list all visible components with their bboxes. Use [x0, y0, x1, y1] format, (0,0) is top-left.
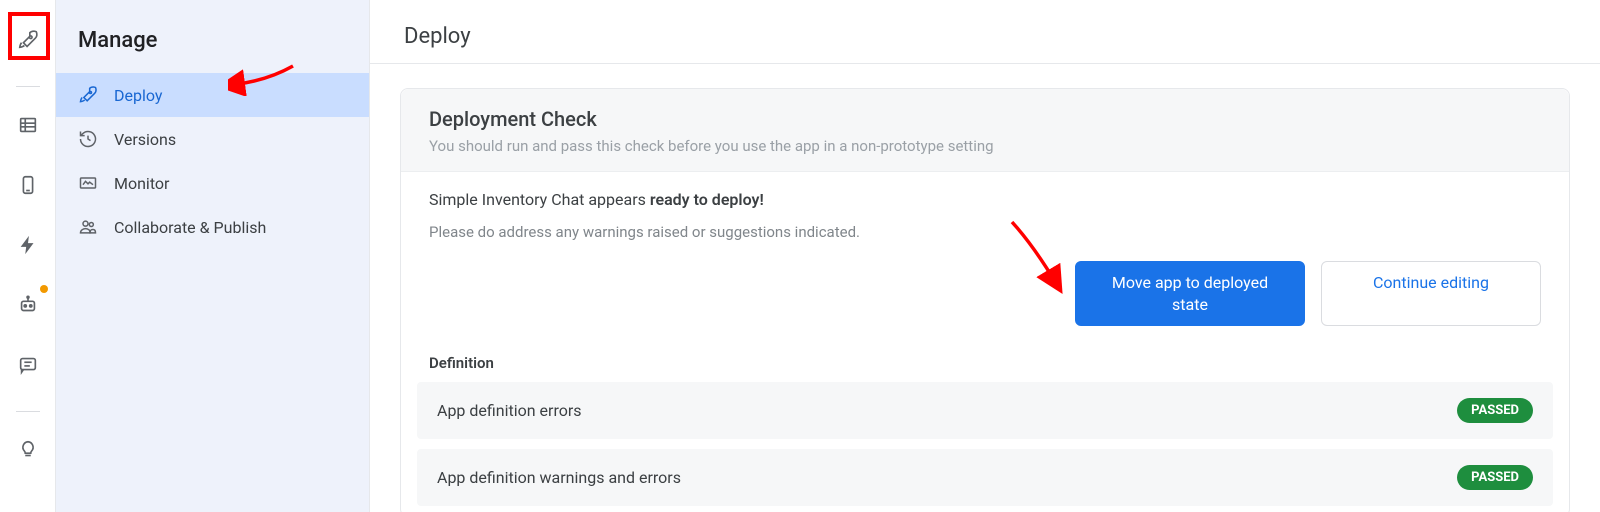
check-row-label: App definition errors: [437, 401, 582, 420]
main: Deploy Deployment Check You should run a…: [370, 0, 1600, 512]
rail-separator-2: [16, 411, 40, 412]
page-title: Deploy: [370, 0, 1600, 64]
status-bold: ready to deploy!: [650, 190, 764, 209]
panel-header: Deployment Check You should run and pass…: [401, 89, 1569, 172]
rail-data[interactable]: [8, 105, 48, 145]
rocket-icon: [78, 85, 98, 105]
button-row: Move app to deployed state Continue edit…: [401, 251, 1569, 326]
rail-chat[interactable]: [8, 345, 48, 385]
status-line: Simple Inventory Chat appears ready to d…: [429, 190, 1541, 209]
rail-phone[interactable]: [8, 165, 48, 205]
sidebar-item-monitor[interactable]: Monitor: [56, 161, 369, 205]
rail-automation[interactable]: [8, 225, 48, 265]
status-sub: Please do address any warnings raised or…: [429, 223, 1541, 241]
sidebar-item-collaborate[interactable]: Collaborate & Publish: [56, 205, 369, 249]
data-icon: [17, 114, 39, 136]
history-icon: [78, 129, 98, 149]
monitor-icon: [78, 173, 98, 193]
panel-status: Simple Inventory Chat appears ready to d…: [401, 172, 1569, 241]
section-label-definition: Definition: [401, 326, 1569, 382]
rail-robot[interactable]: [8, 285, 48, 325]
panel-heading: Deployment Check: [429, 107, 1541, 131]
rail-rocket[interactable]: [8, 20, 48, 60]
sidebar-item-label: Versions: [114, 130, 176, 149]
panel-subheading: You should run and pass this check befor…: [429, 137, 1541, 155]
status-prefix: Simple Inventory Chat appears: [429, 190, 650, 209]
continue-editing-button[interactable]: Continue editing: [1321, 261, 1541, 326]
rail-separator: [16, 86, 40, 87]
icon-rail: [0, 0, 56, 512]
status-badge-passed: PASSED: [1457, 398, 1533, 423]
users-icon: [78, 217, 98, 237]
sidebar-item-label: Deploy: [114, 86, 162, 105]
deployment-panel: Deployment Check You should run and pass…: [400, 88, 1570, 512]
sidebar-item-deploy[interactable]: Deploy: [56, 73, 369, 117]
sidebar-item-label: Collaborate & Publish: [114, 218, 266, 237]
sidebar-title: Manage: [56, 28, 369, 73]
phone-icon: [17, 174, 39, 196]
chat-icon: [17, 354, 39, 376]
sidebar-item-label: Monitor: [114, 174, 169, 193]
check-row-label: App definition warnings and errors: [437, 468, 681, 487]
bulb-icon: [17, 439, 39, 461]
lightning-icon: [17, 234, 39, 256]
robot-icon: [17, 294, 39, 316]
sidebar-item-versions[interactable]: Versions: [56, 117, 369, 161]
main-body: Deployment Check You should run and pass…: [370, 64, 1600, 512]
check-row[interactable]: App definition errors PASSED: [417, 382, 1553, 439]
check-row[interactable]: App definition warnings and errors PASSE…: [417, 449, 1553, 506]
rocket-icon: [17, 29, 39, 51]
rail-bulb[interactable]: [8, 430, 48, 470]
move-to-deployed-button[interactable]: Move app to deployed state: [1075, 261, 1305, 326]
sidebar: Manage Deploy Versions Monitor Collabora…: [56, 0, 370, 512]
status-badge-passed: PASSED: [1457, 465, 1533, 490]
notification-dot: [40, 285, 48, 293]
